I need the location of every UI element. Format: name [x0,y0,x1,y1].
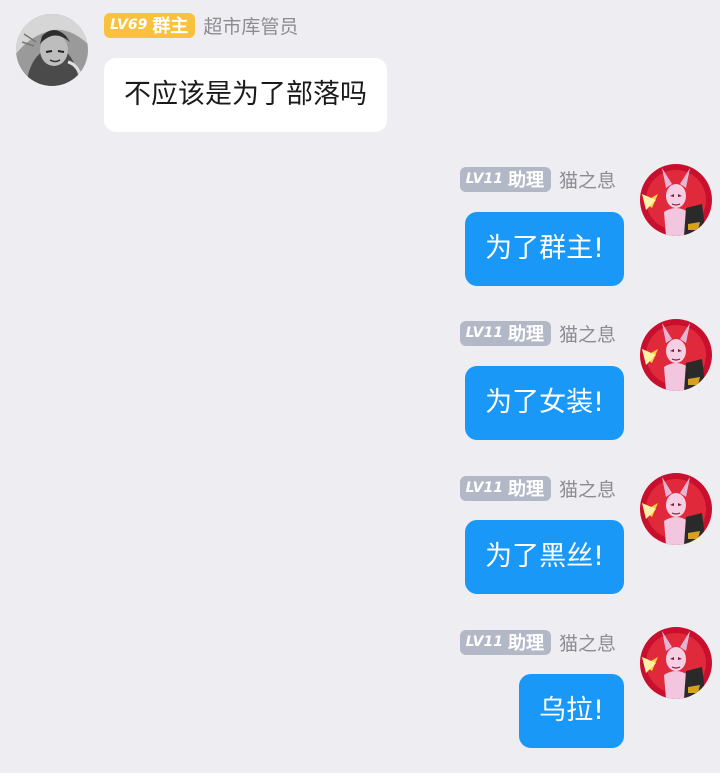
avatar[interactable] [640,164,712,236]
message-outgoing: LV11 助理 猫之息 为了黑丝! [0,460,720,610]
avatar[interactable] [640,473,712,545]
sender-meta: LV11 助理 猫之息 [459,165,616,193]
sender-meta: LV11 助理 猫之息 [459,319,616,347]
assistant-badge: LV11 助理 [459,166,551,192]
armored-character-icon [640,627,712,699]
sender-meta: LV11 助理 猫之息 [459,628,616,656]
assistant-badge: LV11 助理 [459,629,551,655]
message-outgoing: LV11 助理 猫之息 乌拉! [0,614,720,773]
assistant-badge: LV11 助理 [459,320,551,346]
badge-role: 群主 [152,16,189,37]
sender-meta: LV69 群主 超市库管员 [104,11,298,39]
badge-role: 助理 [507,633,544,654]
message-outgoing: LV11 助理 猫之息 为了女装! [0,305,720,455]
sender-meta: LV11 助理 猫之息 [459,474,616,502]
badge-role: 助理 [507,479,544,500]
sender-name[interactable]: 猫之息 [559,166,616,193]
sketch-portrait-icon [16,14,88,86]
avatar[interactable] [16,14,88,86]
owner-badge: LV69 群主 [104,12,196,38]
avatar[interactable] [640,319,712,391]
sender-name[interactable]: 猫之息 [559,629,616,656]
sender-name[interactable]: 猫之息 [559,320,616,347]
badge-role: 助理 [507,324,544,345]
message-bubble[interactable]: 为了群主! [465,212,624,286]
message-incoming: LV69 群主 超市库管员 不应该是为了部落吗 [0,0,720,140]
badge-level: LV11 [465,325,503,341]
message-bubble[interactable]: 为了女装! [465,366,624,440]
sender-name[interactable]: 超市库管员 [203,12,298,39]
chat-view[interactable]: LV69 群主 超市库管员 不应该是为了部落吗 LV11 助理 猫之息 为了群主… [0,0,720,773]
avatar[interactable] [640,627,712,699]
armored-character-icon [640,473,712,545]
assistant-badge: LV11 助理 [459,475,551,501]
badge-level: LV11 [465,171,503,187]
message-outgoing: LV11 助理 猫之息 为了群主! [0,150,720,300]
sender-name[interactable]: 猫之息 [559,475,616,502]
armored-character-icon [640,319,712,391]
message-bubble[interactable]: 不应该是为了部落吗 [104,58,387,132]
message-bubble[interactable]: 乌拉! [519,674,624,748]
badge-level: LV11 [465,634,503,650]
badge-level: LV69 [110,17,148,33]
armored-character-icon [640,164,712,236]
badge-level: LV11 [465,480,503,496]
message-bubble[interactable]: 为了黑丝! [465,520,624,594]
badge-role: 助理 [507,170,544,191]
